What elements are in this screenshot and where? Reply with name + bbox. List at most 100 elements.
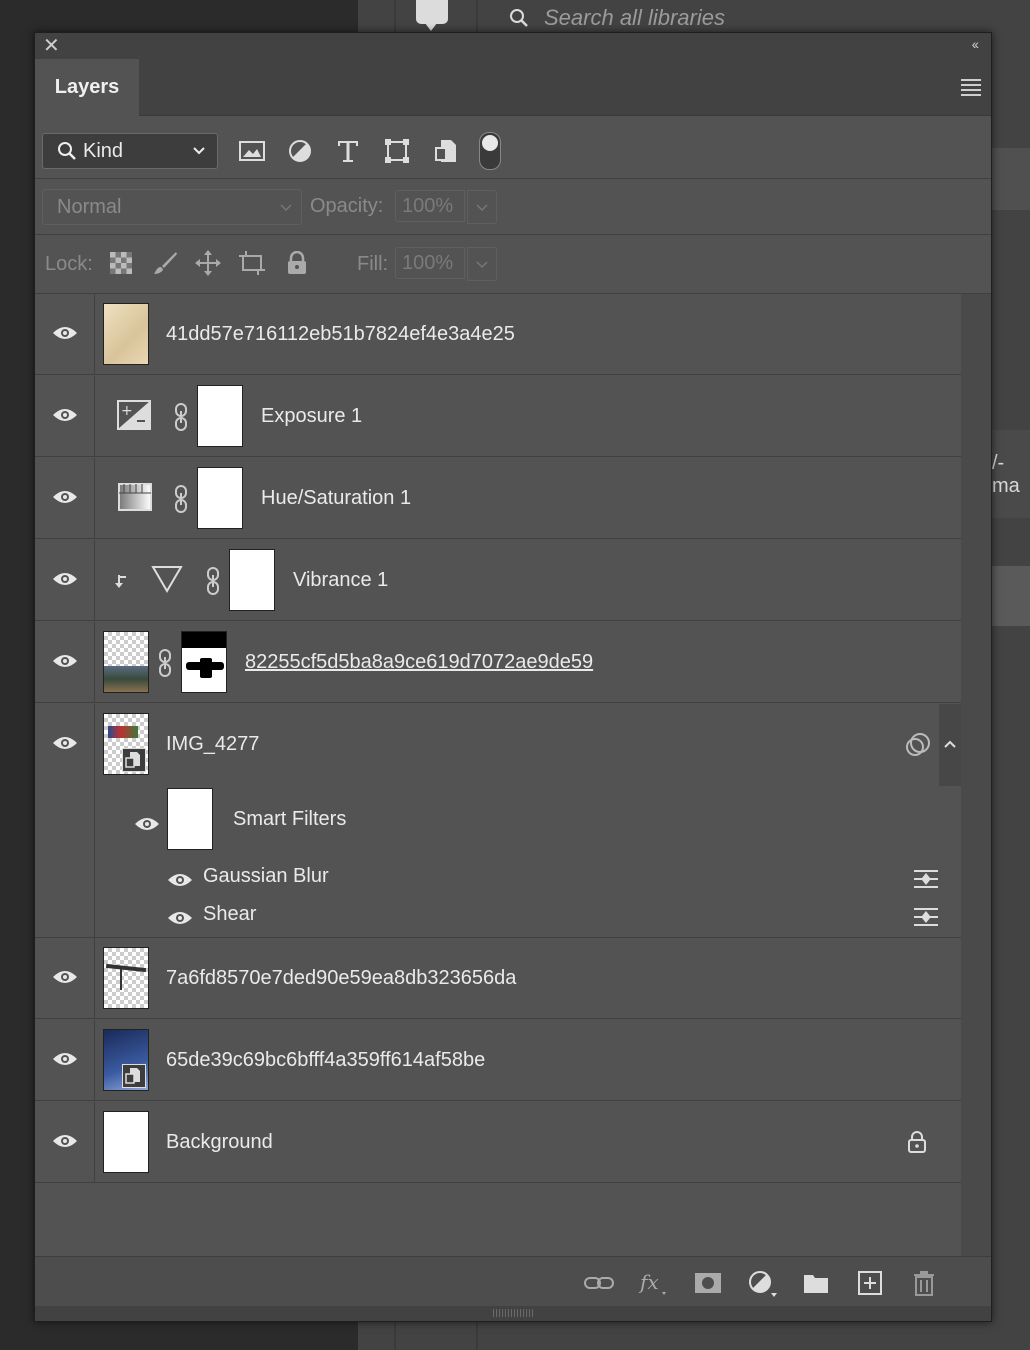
link-icon[interactable]	[205, 566, 221, 596]
layer-row[interactable]: + Exposure 1	[35, 376, 961, 457]
lock-brush-icon[interactable]	[151, 249, 179, 277]
lock-artboard-icon[interactable]	[238, 249, 266, 277]
exposure-adjustment-icon[interactable]: +	[117, 400, 151, 430]
layer-thumbnail[interactable]	[103, 631, 149, 693]
layer-thumbnail[interactable]	[103, 303, 149, 365]
layer-row[interactable]: 65de39c69bc6bfff4a359ff614af58be	[35, 1020, 961, 1101]
filter-toggle-switch[interactable]	[479, 132, 501, 170]
vibrance-icon[interactable]	[151, 564, 183, 594]
layer-row-background[interactable]: Background	[35, 1102, 961, 1183]
eye-icon[interactable]	[167, 872, 193, 888]
layer-name[interactable]: IMG_4277	[166, 733, 259, 756]
chevron-down-icon	[476, 261, 488, 269]
trash-icon[interactable]	[909, 1269, 939, 1297]
visibility-toggle[interactable]	[35, 1102, 95, 1182]
visibility-toggle[interactable]	[35, 540, 95, 620]
layer-mask-thumbnail[interactable]	[229, 549, 275, 611]
add-mask-icon[interactable]	[693, 1269, 723, 1297]
filter-pixel-icon[interactable]	[237, 136, 267, 166]
visibility-toggle[interactable]	[35, 938, 95, 1018]
eye-icon[interactable]	[134, 816, 160, 832]
visibility-toggle[interactable]	[35, 622, 95, 702]
smart-object-icon	[122, 1064, 146, 1088]
new-group-folder-icon[interactable]	[801, 1269, 831, 1297]
layer-name[interactable]: 82255cf5d5ba8a9ce619d7072ae9de59	[245, 651, 593, 674]
close-icon[interactable]: ✕	[43, 35, 60, 57]
lock-icon[interactable]	[907, 1130, 927, 1154]
libraries-search[interactable]: Search all libraries	[478, 0, 1030, 36]
comment-icon[interactable]	[416, 0, 448, 31]
layer-thumbnail[interactable]	[103, 1111, 149, 1173]
layer-row[interactable]: 82255cf5d5ba8a9ce619d7072ae9de59	[35, 622, 961, 703]
lock-transparent-icon[interactable]	[107, 249, 135, 277]
eye-icon[interactable]	[167, 910, 193, 926]
libraries-search-input[interactable]: Search all libraries	[544, 5, 725, 31]
filter-name[interactable]: Shear	[203, 903, 256, 926]
smart-filters-label[interactable]: Smart Filters	[233, 808, 346, 831]
lock-row: Lock: Fill: 100%	[35, 235, 991, 294]
hue-saturation-icon[interactable]	[118, 483, 152, 511]
link-icon[interactable]	[157, 648, 173, 678]
layer-thumbnail[interactable]	[103, 713, 149, 775]
layer-thumbnail[interactable]	[103, 1029, 149, 1091]
layer-row[interactable]: Vibrance 1	[35, 540, 961, 621]
mask-silhouette	[200, 658, 212, 678]
visibility-toggle[interactable]	[35, 1020, 95, 1100]
filter-type-icon[interactable]	[333, 136, 363, 166]
filter-blending-options-icon[interactable]	[913, 907, 939, 927]
opacity-dropdown[interactable]	[467, 190, 497, 224]
layer-name[interactable]: Vibrance 1	[293, 569, 388, 592]
layer-row[interactable]: Hue/Saturation 1	[35, 458, 961, 539]
resize-grip-icon[interactable]	[493, 1309, 533, 1317]
svg-text:fx: fx	[638, 1270, 659, 1294]
filter-name[interactable]: Gaussian Blur	[203, 865, 329, 888]
panel-titlebar[interactable]: ✕ ‹‹	[35, 33, 991, 59]
visibility-toggle[interactable]	[35, 458, 95, 538]
collapse-icon[interactable]: ‹‹	[972, 36, 979, 52]
layer-name[interactable]: Hue/Saturation 1	[261, 487, 411, 510]
layer-name[interactable]: 7a6fd8570e7ded90e59ea8db323656da	[166, 967, 516, 990]
new-adjustment-layer-icon[interactable]	[747, 1269, 777, 1297]
filter-adjustment-icon[interactable]	[285, 136, 315, 166]
link-icon[interactable]	[173, 484, 189, 514]
blend-mode-select[interactable]: Normal	[42, 189, 302, 225]
layer-mask-thumbnail[interactable]	[197, 467, 243, 529]
blend-row: Normal Opacity: 100%	[35, 179, 991, 235]
layer-mask-thumbnail[interactable]	[197, 385, 243, 447]
layer-name[interactable]: 41dd57e716112eb51b7824ef4e3a4e25	[166, 323, 515, 346]
collapse-effects-button[interactable]	[939, 704, 961, 786]
layer-row[interactable]: 41dd57e716112eb51b7824ef4e3a4e25	[35, 294, 961, 375]
layer-name[interactable]: Exposure 1	[261, 405, 362, 428]
filter-shape-icon[interactable]	[382, 136, 412, 166]
fill-dropdown[interactable]	[467, 247, 497, 281]
opacity-input[interactable]: 100%	[395, 190, 465, 222]
layer-row[interactable]: 7a6fd8570e7ded90e59ea8db323656da	[35, 938, 961, 1019]
link-layers-icon[interactable]	[584, 1269, 614, 1297]
layer-thumbnail[interactable]	[103, 947, 149, 1009]
smart-filter-mask-thumbnail[interactable]	[167, 788, 213, 850]
panel-resize-bar[interactable]	[35, 1306, 991, 1321]
filter-blending-options-icon[interactable]	[913, 869, 939, 889]
layer-row-smart-object[interactable]: IMG_4277 Smart Filters Gaussian Blur She…	[35, 704, 961, 938]
tab-layers[interactable]: Layers	[35, 59, 139, 116]
lock-move-icon[interactable]	[194, 249, 222, 277]
layer-name[interactable]: 65de39c69bc6bfff4a359ff614af58be	[166, 1049, 485, 1072]
smart-filter-indicator-icon[interactable]	[905, 732, 931, 758]
layers-scrollbar[interactable]	[961, 294, 991, 1256]
visibility-toggle[interactable]	[35, 376, 95, 456]
layer-name[interactable]: Background	[166, 1131, 273, 1154]
eye-icon	[53, 573, 77, 585]
filter-kind-select[interactable]: Kind	[42, 133, 218, 169]
clipping-arrow-icon	[115, 575, 126, 588]
new-layer-icon[interactable]	[855, 1269, 885, 1297]
chevron-down-icon	[280, 204, 292, 212]
visibility-toggle[interactable]	[35, 294, 95, 374]
filter-smart-object-icon[interactable]	[431, 136, 461, 166]
visibility-toggle[interactable]	[35, 704, 95, 937]
panel-menu-icon[interactable]	[961, 79, 981, 99]
lock-all-icon[interactable]	[283, 249, 311, 277]
fill-input[interactable]: 100%	[395, 247, 465, 279]
layer-mask-thumbnail[interactable]	[181, 631, 227, 693]
fx-icon[interactable]: fx	[638, 1269, 668, 1297]
link-icon[interactable]	[173, 402, 189, 432]
